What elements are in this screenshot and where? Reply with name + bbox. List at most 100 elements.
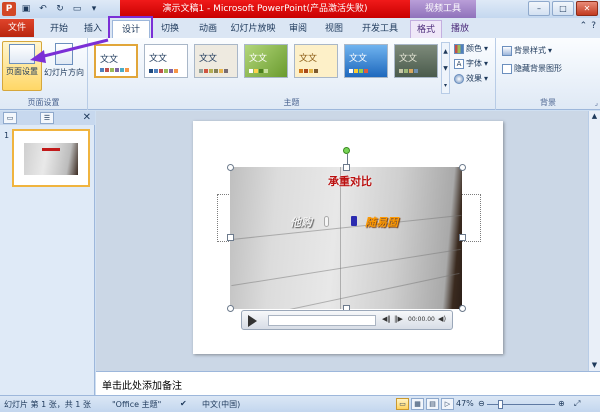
media-timeline[interactable] <box>268 315 376 326</box>
notes-placeholder: 单击此处添加备注 <box>102 381 182 392</box>
theme-name[interactable]: "Office 主题" <box>112 399 161 410</box>
theme-thumbnail-office[interactable]: 文文 <box>94 44 138 78</box>
blue-hook <box>351 216 357 226</box>
design-tab-highlight <box>108 16 153 40</box>
scroll-up-icon[interactable]: ▲ <box>589 111 600 122</box>
slide-counter: 幻灯片 第 1 张，共 1 张 <box>4 400 91 409</box>
theme-thumbnail-7[interactable]: 文文 <box>394 44 438 78</box>
theme-sample-text: 文文 <box>299 54 318 64</box>
minimize-ribbon-icon[interactable]: ⌃ <box>580 21 588 31</box>
fonts-label: 字体 <box>466 59 482 68</box>
save-icon[interactable]: ▣ <box>19 2 33 16</box>
tab-developer[interactable]: 开发工具 <box>356 20 404 38</box>
redo-icon[interactable]: ↻ <box>53 2 67 16</box>
theme-thumbnail-5[interactable]: 文文 <box>294 44 338 78</box>
step-forward-icon[interactable]: ‖▶ <box>394 315 403 323</box>
theme-thumbnail-6[interactable]: 文文 <box>344 44 388 78</box>
resize-handle-top[interactable] <box>343 164 350 171</box>
tab-home[interactable]: 开始 <box>42 20 76 38</box>
theme-thumbnail-4[interactable]: 文文 <box>244 44 288 78</box>
tab-playback[interactable]: 播放 <box>444 20 476 38</box>
media-time: 00:00.00 <box>408 316 435 323</box>
title-bar: P ▣ ↶ ↻ ▭ ▾ 演示文稿1 - Microsoft PowerPoint… <box>0 0 600 18</box>
hide-background-graphics-checkbox[interactable]: 隐藏背景图形 <box>502 62 562 75</box>
maximize-button[interactable]: □ <box>552 1 574 16</box>
background-dialog-launcher-icon[interactable]: ⌟ <box>595 99 598 107</box>
video-frame[interactable]: 承重对比 他购 随易固 <box>230 167 462 309</box>
theme-gallery-scroll[interactable]: ▲ ▼ ▾ <box>441 42 450 94</box>
dropdown-icon[interactable]: ▾ <box>87 2 101 16</box>
slide-thumbnail[interactable] <box>12 129 90 187</box>
reading-view-button[interactable]: ▤ <box>426 398 439 410</box>
step-back-icon[interactable]: ◀‖ <box>382 315 391 323</box>
background-styles-button[interactable]: 背景样式 ▾ <box>502 44 552 57</box>
slide-sorter-view-button[interactable]: ▦ <box>411 398 424 410</box>
pane-tabs: ▭ ☰ ✕ <box>0 111 95 125</box>
zoom-slider-knob[interactable] <box>497 400 503 409</box>
zoom-out-icon[interactable]: ⊖ <box>478 399 485 408</box>
theme-thumbnail-3[interactable]: 文文 <box>194 44 238 78</box>
ribbon: 页面设置 幻灯片方向 页面设置 文文 文文 文文 文文 文文 文文 文文 ▲ ▼… <box>0 38 600 110</box>
slide-editor: 承重对比 他购 随易固 ◀‖ ‖▶ 00:00.00 ◀) ▲ ▼ <box>96 111 600 371</box>
resize-handle-top-right[interactable] <box>459 164 466 171</box>
notes-pane[interactable]: 单击此处添加备注 <box>96 371 600 395</box>
video-caption-left: 他购 <box>290 216 312 229</box>
undo-icon[interactable]: ↶ <box>36 2 50 16</box>
outline-tab[interactable]: ☰ <box>40 112 54 124</box>
tab-view[interactable]: 视图 <box>318 20 350 38</box>
powerpoint-app-icon[interactable]: P <box>2 2 16 16</box>
page-setup-button[interactable]: 页面设置 <box>2 41 42 91</box>
rotation-handle[interactable] <box>343 147 350 154</box>
close-button[interactable]: ✕ <box>576 1 598 16</box>
theme-fonts-button[interactable]: A 字体 ▾ <box>454 57 488 70</box>
tab-file[interactable]: 文件 <box>0 19 34 37</box>
vertical-scrollbar[interactable]: ▲ ▼ <box>588 111 600 371</box>
tab-review[interactable]: 审阅 <box>282 20 314 38</box>
resize-handle-top-left[interactable] <box>227 164 234 171</box>
minimize-button[interactable]: – <box>528 1 550 16</box>
scroll-down-icon[interactable]: ▼ <box>589 360 600 371</box>
slideshow-view-button[interactable]: ▷ <box>441 398 454 410</box>
help-controls: ⌃ ? <box>580 21 596 31</box>
help-icon[interactable]: ? <box>591 21 596 31</box>
dropdown-icon: ▾ <box>484 74 489 83</box>
close-pane-icon[interactable]: ✕ <box>83 112 91 123</box>
spellcheck-icon[interactable]: ✔ <box>180 399 187 408</box>
tab-animations[interactable]: 动画 <box>190 20 226 38</box>
effects-icon <box>454 73 464 84</box>
theme-colors <box>349 69 368 73</box>
theme-colors-button[interactable]: 颜色 ▾ <box>454 42 488 55</box>
normal-view-button[interactable]: ▭ <box>396 398 409 410</box>
tab-insert[interactable]: 插入 <box>78 20 108 38</box>
ribbon-tab-row: 文件 开始 插入 设计 切换 动画 幻灯片放映 审阅 视图 开发工具 格式 播放… <box>0 18 600 38</box>
theme-colors <box>299 69 318 73</box>
video-tools-context-label: 视频工具 <box>410 0 476 18</box>
language-indicator[interactable]: 中文(中国) <box>202 399 240 410</box>
tab-slideshow[interactable]: 幻灯片放映 <box>228 20 278 38</box>
theme-effects-button[interactable]: 效果 ▾ <box>454 72 488 85</box>
tile-seam <box>232 272 460 309</box>
status-bar: 幻灯片 第 1 张，共 1 张 "Office 主题" ✔ 中文(中国) ▭ ▦… <box>0 395 600 412</box>
theme-thumbnail-2[interactable]: 文文 <box>144 44 188 78</box>
video-caption-right: 随易固 <box>365 216 398 229</box>
effects-label: 效果 <box>466 74 482 83</box>
slideshow-icon[interactable]: ▭ <box>70 2 84 16</box>
zoom-in-icon[interactable]: ⊕ <box>558 399 565 408</box>
zoom-level[interactable]: 47% <box>456 399 474 408</box>
fit-to-window-icon[interactable]: ⤢ <box>574 399 580 409</box>
theme-colors <box>249 69 268 73</box>
resize-handle-bottom-right[interactable] <box>459 305 466 312</box>
background-styles-icon <box>502 45 512 56</box>
theme-colors <box>399 69 418 73</box>
colors-icon <box>454 43 464 54</box>
tab-format[interactable]: 格式 <box>410 20 442 38</box>
resize-handle-left[interactable] <box>227 234 234 241</box>
resize-handle-bottom-left[interactable] <box>227 305 234 312</box>
play-icon[interactable] <box>248 315 257 327</box>
slides-tab[interactable]: ▭ <box>3 112 17 124</box>
volume-icon[interactable]: ◀) <box>438 315 446 323</box>
slide-orientation-icon <box>55 43 73 65</box>
tab-transitions[interactable]: 切换 <box>152 20 188 38</box>
slide-orientation-button[interactable]: 幻灯片方向 <box>44 41 84 91</box>
resize-handle-right[interactable] <box>459 234 466 241</box>
